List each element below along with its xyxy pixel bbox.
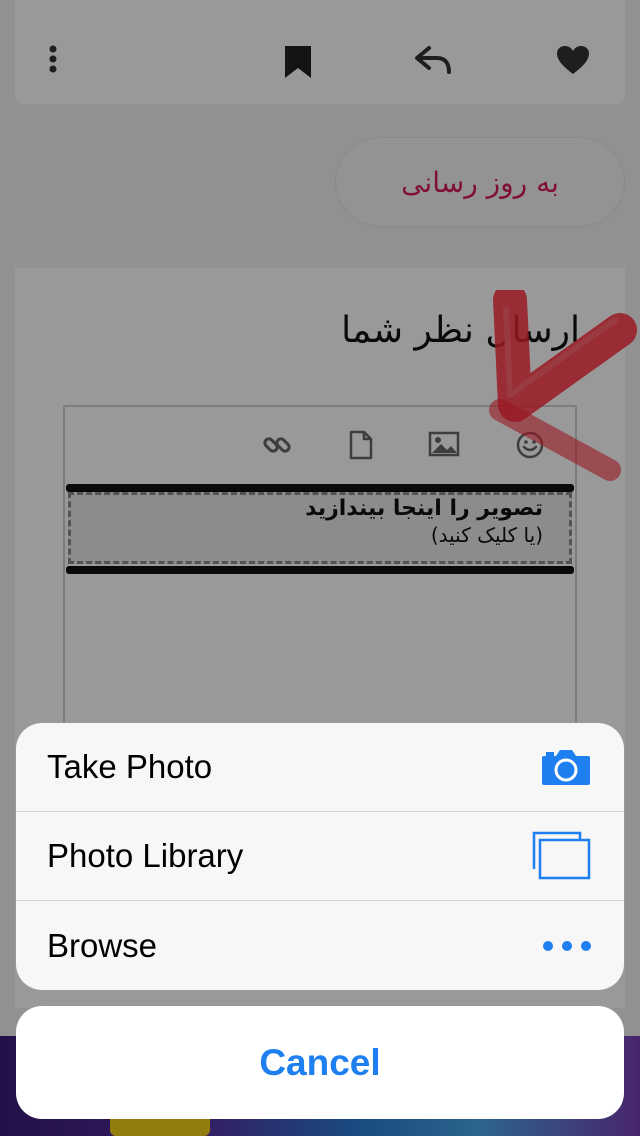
take-photo-option[interactable]: Take Photo xyxy=(16,723,624,812)
more-dots-icon xyxy=(542,939,592,953)
photo-library-option[interactable]: Photo Library xyxy=(16,812,624,901)
browse-label: Browse xyxy=(47,926,158,964)
browse-option[interactable]: Browse xyxy=(16,901,624,990)
photo-library-label: Photo Library xyxy=(47,837,244,874)
photo-source-action-sheet: Take Photo Photo Library Browse xyxy=(16,723,624,990)
camera-icon xyxy=(540,747,592,787)
photo-library-icon xyxy=(532,831,592,881)
cancel-button[interactable]: Cancel xyxy=(16,1006,624,1119)
take-photo-label: Take Photo xyxy=(47,748,213,785)
